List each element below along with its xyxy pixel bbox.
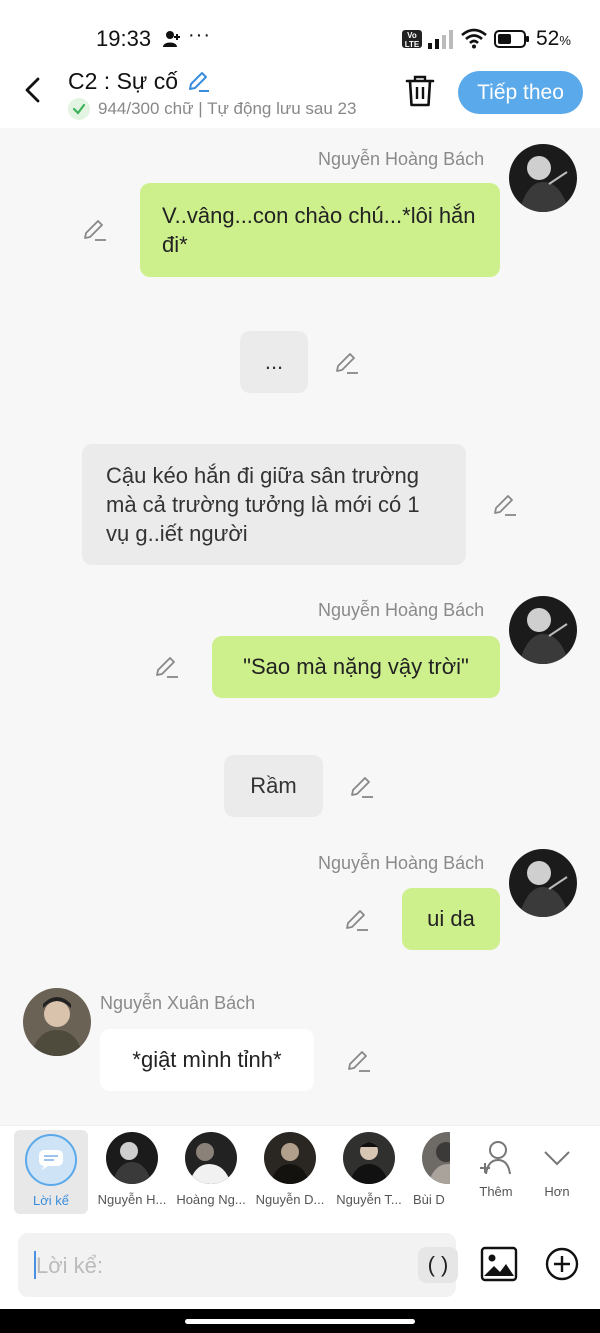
- word-count-text: 944/300 chữ | Tự động lưu sau 23: [98, 99, 357, 118]
- message-bubble[interactable]: V..vâng...con chào chú...*lôi hắn đi*: [140, 183, 500, 277]
- character-option[interactable]: Bùi D: [410, 1132, 450, 1207]
- input-placeholder: Lời kể:: [36, 1253, 104, 1278]
- trash-icon[interactable]: [404, 74, 436, 108]
- status-bar: 19:33 ··· Vo LTE 52%: [0, 0, 600, 62]
- back-arrow-icon[interactable]: [18, 74, 50, 106]
- expand-label: Hơn: [544, 1184, 570, 1199]
- signal-icon: [428, 30, 453, 49]
- sender-name: Nguyễn Xuân Bách: [100, 993, 256, 1013]
- narrator-icon: [25, 1134, 77, 1186]
- narrator-label: Lời kể: [33, 1193, 69, 1208]
- word-count-line: 944/300 chữ | Tự động lưu sau 23: [68, 98, 356, 120]
- saved-check-icon: [68, 98, 90, 120]
- message-bubble[interactable]: "Sao mà nặng vậy trời": [212, 636, 500, 698]
- expand-characters-button[interactable]: Hơn: [519, 1132, 595, 1199]
- next-button[interactable]: Tiếp theo: [458, 71, 583, 114]
- add-circle-icon[interactable]: [545, 1247, 579, 1281]
- sender-name: Nguyễn Hoàng Bách: [318, 853, 485, 873]
- insert-parentheses-button[interactable]: ( ): [418, 1247, 458, 1283]
- character-name: Hoàng Ng...: [176, 1192, 246, 1207]
- edit-pencil-icon[interactable]: [492, 491, 518, 517]
- chevron-down-icon: [544, 1151, 570, 1166]
- character-name: Nguyễn D...: [255, 1192, 325, 1207]
- edit-pencil-icon[interactable]: [349, 773, 375, 799]
- volte-icon: Vo LTE: [402, 30, 422, 49]
- character-selector-bar: Lời kể Nguyễn H... Hoàng Ng... Nguyễn D.…: [0, 1125, 600, 1221]
- character-avatar: [422, 1132, 450, 1184]
- avatar-nguyen-hoang-bach[interactable]: [509, 144, 577, 212]
- edit-title-pencil-icon[interactable]: [186, 69, 210, 93]
- edit-pencil-icon[interactable]: [334, 349, 360, 375]
- character-option[interactable]: Hoàng Ng...: [173, 1132, 249, 1207]
- character-option[interactable]: Nguyễn D...: [252, 1132, 328, 1207]
- status-more-dots: ···: [188, 24, 211, 46]
- message-bubble[interactable]: *giật mình tỉnh*: [100, 1029, 314, 1091]
- character-option[interactable]: Nguyễn T...: [331, 1132, 407, 1207]
- character-avatar: [106, 1132, 158, 1184]
- character-name: Nguyễn T...: [336, 1192, 402, 1207]
- compose-bar: Lời kể: ( ): [0, 1221, 600, 1309]
- image-icon[interactable]: [480, 1245, 518, 1283]
- character-avatar: [264, 1132, 316, 1184]
- edit-pencil-icon[interactable]: [82, 216, 108, 242]
- message-bubble[interactable]: ui da: [402, 888, 500, 950]
- character-avatar: [185, 1132, 237, 1184]
- add-person-icon: [480, 1141, 511, 1175]
- edit-pencil-icon[interactable]: [346, 1047, 372, 1073]
- avatar-nguyen-hoang-bach[interactable]: [509, 849, 577, 917]
- battery-icon: [494, 30, 529, 48]
- avatar-nguyen-xuan-bach[interactable]: [23, 988, 91, 1056]
- narration-bubble[interactable]: Rầm: [224, 755, 323, 817]
- narration-bubble[interactable]: Cậu kéo hắn đi giữa sân trường mà cả trư…: [82, 444, 466, 565]
- avatar-nguyen-hoang-bach[interactable]: [509, 596, 577, 664]
- home-gesture-handle[interactable]: [185, 1319, 415, 1324]
- battery-percent: 52%: [536, 27, 571, 50]
- edit-pencil-icon[interactable]: [154, 653, 180, 679]
- narration-bubble[interactable]: ...: [240, 331, 308, 393]
- chat-area[interactable]: Nguyễn Hoàng Bách V..vâng...con chào chú…: [0, 128, 600, 1125]
- sender-name: Nguyễn Hoàng Bách: [318, 149, 485, 169]
- wifi-icon: [461, 28, 487, 49]
- character-avatar: [343, 1132, 395, 1184]
- character-name: Bùi D: [413, 1192, 445, 1207]
- narrator-option[interactable]: Lời kể: [14, 1130, 88, 1214]
- editor-header: C2 : Sự cố 944/300 chữ | Tự động lưu sau…: [0, 62, 600, 128]
- character-option[interactable]: Nguyễn H...: [94, 1132, 170, 1207]
- edit-pencil-icon[interactable]: [344, 906, 370, 932]
- character-name: Nguyễn H...: [97, 1192, 167, 1207]
- status-time: 19:33: [96, 26, 152, 51]
- sender-name: Nguyễn Hoàng Bách: [318, 600, 485, 620]
- chapter-title: C2 : Sự cố: [68, 68, 178, 94]
- message-input[interactable]: Lời kể: ( ): [18, 1233, 458, 1297]
- person-add-icon: [163, 31, 180, 47]
- system-nav-bar: [0, 1309, 600, 1333]
